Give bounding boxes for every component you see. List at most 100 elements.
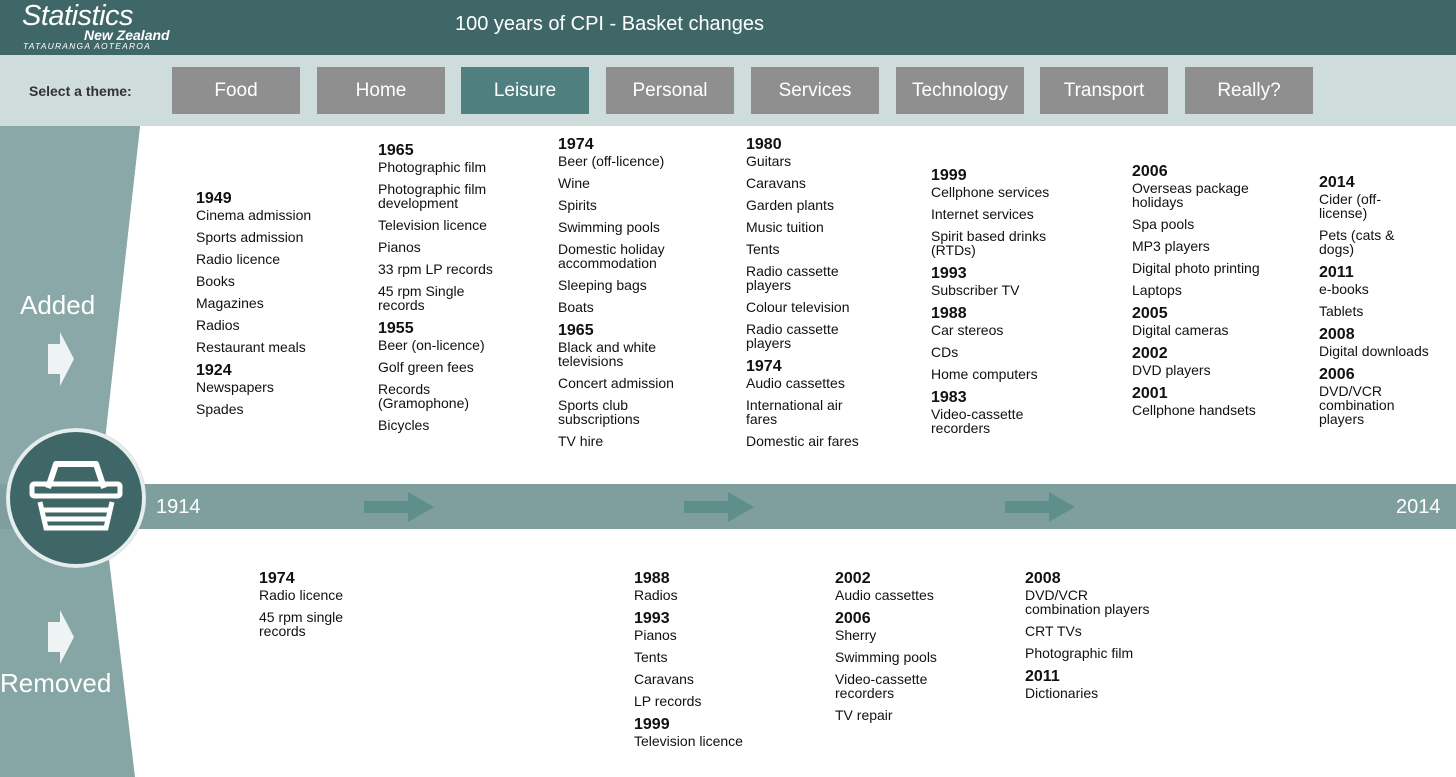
basket-item: Boats (558, 299, 594, 315)
stats-nz-logo[interactable]: Statistics New Zealand TATAURANGA AOTEAR… (22, 0, 172, 55)
basket-item: CDs (931, 344, 959, 360)
year-heading: 1965 (378, 142, 414, 159)
tab-food[interactable]: Food (172, 67, 300, 114)
header-bar: Statistics New Zealand TATAURANGA AOTEAR… (0, 0, 1456, 55)
year-heading: 2006 (1319, 366, 1355, 383)
basket-item: Restaurant meals (196, 339, 306, 355)
basket-item: Radios (196, 317, 240, 333)
basket-item: Sherry (835, 627, 877, 643)
basket-item: 33 rpm LP records (378, 261, 493, 277)
timeline-arrow-icon (1005, 492, 1075, 522)
basket-item: Sleeping bags (558, 277, 647, 293)
basket-item: Video-cassette recorders (931, 406, 1024, 436)
basket-item: Photographic film (1025, 645, 1134, 661)
basket-item: Books (196, 273, 235, 289)
basket-item: International air fares (746, 397, 843, 427)
basket-item: Newspapers (196, 379, 274, 395)
year-heading: 2002 (835, 570, 871, 587)
basket-item: Garden plants (746, 197, 834, 213)
basket-item: Pets (cats & dogs) (1319, 227, 1395, 257)
added-column-5: 1999 Cellphone services Internet services S… (931, 163, 1061, 443)
basket-item: TV hire (558, 433, 604, 449)
page-title: 100 years of CPI - Basket changes (455, 13, 765, 35)
basket-item: Spa pools (1132, 216, 1195, 232)
year-heading: 2005 (1132, 305, 1168, 322)
basket-item: Photographic film (378, 159, 487, 175)
basket-item: Music tuition (746, 219, 824, 235)
tab-home[interactable]: Home (317, 67, 445, 114)
basket-item: Laptops (1132, 282, 1182, 298)
basket-item: Radio cassette players (746, 263, 839, 293)
year-heading: 1949 (196, 190, 232, 207)
tab-leisure[interactable]: Leisure (461, 67, 589, 114)
theme-bar: Select a theme: Food Home Leisure Person… (0, 55, 1456, 126)
basket-item: Video-cassette recorders (835, 671, 928, 701)
tab-technology[interactable]: Technology (896, 67, 1024, 114)
basket-item: Cinema admission (196, 207, 312, 223)
year-heading: 2008 (1319, 326, 1355, 343)
basket-item: DVD/VCR combination players (1319, 383, 1395, 427)
basket-item: Tents (634, 649, 668, 665)
timeline-arrow-icon (684, 492, 754, 522)
basket-item: DVD players (1132, 362, 1211, 378)
year-heading: 1993 (931, 265, 967, 282)
year-heading: 2002 (1132, 345, 1168, 362)
removed-column-2: 1988 Radios 1993 Pianos Tents Caravans LP reco… (634, 566, 764, 756)
basket-item: Tablets (1319, 303, 1364, 319)
basket-item: Domestic air fares (746, 433, 859, 449)
basket-item: Swimming pools (835, 649, 937, 665)
basket-item: Radio licence (196, 251, 281, 267)
year-heading: 1988 (634, 570, 670, 587)
basket-item: Golf green fees (378, 359, 474, 375)
basket-item: Beer (off-licence) (558, 153, 665, 169)
removed-label: Removed (0, 668, 112, 698)
basket-item: Television licence (378, 217, 487, 233)
basket-item: Spades (196, 401, 244, 417)
year-heading: 1993 (634, 610, 670, 627)
year-heading: 2014 (1319, 174, 1355, 191)
basket-item: Radio licence (259, 587, 344, 603)
year-heading: 2006 (835, 610, 871, 627)
basket-item: Concert admission (558, 375, 674, 391)
basket-item: Audio cassettes (835, 587, 934, 603)
tab-transport[interactable]: Transport (1040, 67, 1168, 114)
year-heading: 1924 (196, 362, 232, 379)
timeline-end-year: 2014 (1396, 496, 1441, 518)
basket-item: Television licence (634, 733, 743, 749)
year-heading: 2011 (1319, 264, 1354, 281)
basket-item: Colour television (746, 299, 850, 315)
basket-item: MP3 players (1132, 238, 1210, 254)
basket-item: DVD/VCR combination players (1025, 587, 1150, 617)
down-arrow-icon (48, 610, 74, 664)
basket-item: Photographic film development (378, 181, 487, 211)
year-heading: 1980 (746, 136, 782, 153)
basket-item: Overseas package holidays (1132, 180, 1249, 210)
timeline-start-year: 1914 (156, 496, 201, 518)
basket-item: Tents (746, 241, 780, 257)
tab-personal[interactable]: Personal (606, 67, 734, 114)
basket-item: Domestic holiday accommodation (558, 241, 665, 271)
basket-item: Radio cassette players (746, 321, 839, 351)
added-column-7: 2014 Cider (off-license) Pets (cats & dogs… (1319, 170, 1429, 434)
removed-column-1: 1974 Radio licence 45 rpm single records (259, 566, 389, 646)
added-column-3: 1974 Beer (off-licence) Wine Spirits Swimmin… (558, 132, 688, 456)
added-label: Added (20, 290, 96, 320)
basket-item: Subscriber TV (931, 282, 1020, 298)
basket-item: Internet services (931, 206, 1034, 222)
basket-item: Pianos (378, 239, 421, 255)
basket-item: CRT TVs (1025, 623, 1082, 639)
added-column-1: 1949 Cinema admission Sports admission Radi… (196, 186, 326, 424)
basket-item: Audio cassettes (746, 375, 845, 391)
basket-item: Dictionaries (1025, 685, 1099, 701)
tab-services[interactable]: Services (751, 67, 879, 114)
added-column-2: 1965 Photographic film Photographic film d… (378, 138, 508, 440)
year-heading: 1983 (931, 389, 967, 406)
year-heading: 1974 (558, 136, 594, 153)
year-heading: 2011 (1025, 668, 1060, 685)
year-heading: 2008 (1025, 570, 1061, 587)
basket-item: 45 rpm single records (259, 609, 344, 639)
year-heading: 1974 (746, 358, 782, 375)
basket-item: Cellphone handsets (1132, 402, 1256, 418)
tab-really[interactable]: Really? (1185, 67, 1313, 114)
basket-item: LP records (634, 693, 702, 709)
